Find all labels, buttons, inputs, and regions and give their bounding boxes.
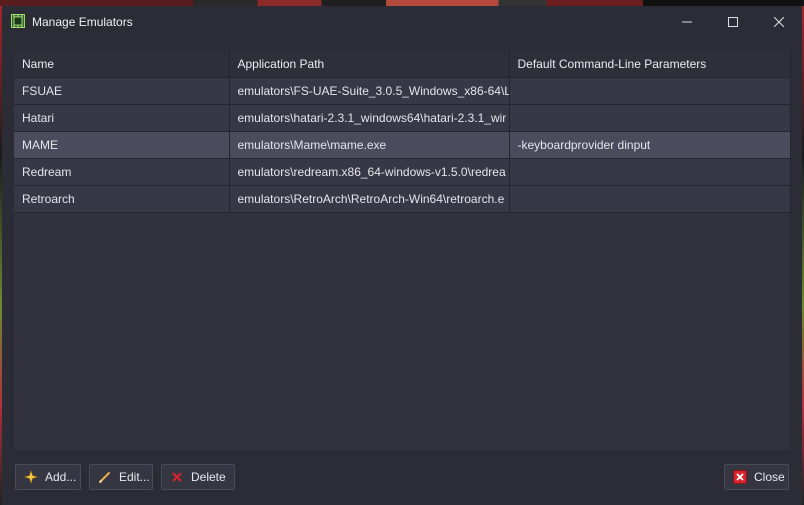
minimize-icon (682, 21, 692, 23)
close-icon (774, 17, 784, 27)
emulator-path: emulators\RetroArch\RetroArch-Win64\retr… (229, 185, 510, 213)
column-header-name[interactable]: Name (14, 50, 230, 78)
emulator-path: emulators\redream.x86_64-windows-v1.5.0\… (229, 158, 510, 186)
add-button-label: Add... (45, 470, 77, 484)
window-title: Manage Emulators (32, 15, 133, 29)
window-close-button[interactable] (756, 6, 802, 38)
title-bar[interactable]: Manage Emulators (2, 6, 802, 38)
emulator-name: MAME (14, 131, 230, 159)
delete-x-icon (170, 470, 184, 484)
column-header-default-parameters[interactable]: Default Command-Line Parameters (509, 50, 791, 78)
emulator-params (509, 185, 791, 213)
emulator-params: -keyboardprovider dinput (509, 131, 791, 159)
table-row[interactable]: Retroarch emulators\RetroArch\RetroArch-… (14, 185, 791, 213)
close-box-icon (733, 470, 747, 484)
emulator-path: emulators\FS-UAE-Suite_3.0.5_Windows_x86… (229, 77, 510, 105)
emulator-path: emulators\hatari-2.3.1_windows64\hatari-… (229, 104, 510, 132)
app-icon (11, 14, 25, 28)
table-header-row: Name Application Path Default Command-Li… (14, 50, 791, 78)
emulator-path: emulators\Mame\mame.exe (229, 131, 510, 159)
delete-button-label: Delete (191, 470, 226, 484)
close-button[interactable]: Close (724, 464, 789, 490)
button-bar: Add... Edit... Delete Close (2, 454, 802, 505)
emulator-params (509, 104, 791, 132)
maximize-icon (728, 17, 738, 27)
edit-button[interactable]: Edit... (89, 464, 153, 490)
edit-button-label: Edit... (119, 470, 150, 484)
add-button[interactable]: Add... (15, 464, 81, 490)
table-row[interactable]: Redream emulators\redream.x86_64-windows… (14, 158, 791, 186)
close-button-label: Close (754, 470, 785, 484)
minimize-button[interactable] (664, 6, 710, 38)
add-icon (23, 469, 39, 485)
emulator-params (509, 158, 791, 186)
table-row[interactable]: FSUAE emulators\FS-UAE-Suite_3.0.5_Windo… (14, 77, 791, 105)
emulators-table[interactable]: Name Application Path Default Command-Li… (14, 50, 791, 450)
maximize-button[interactable] (710, 6, 756, 38)
emulator-name: FSUAE (14, 77, 230, 105)
column-header-application-path[interactable]: Application Path (229, 50, 510, 78)
emulator-name: Redream (14, 158, 230, 186)
pencil-icon (98, 470, 112, 484)
table-row[interactable]: Hatari emulators\hatari-2.3.1_windows64\… (14, 104, 791, 132)
emulator-params (509, 77, 791, 105)
delete-button[interactable]: Delete (161, 464, 235, 490)
emulator-name: Retroarch (14, 185, 230, 213)
manage-emulators-dialog: Manage Emulators Name Application Path D… (2, 6, 802, 505)
table-row-selected[interactable]: MAME emulators\Mame\mame.exe -keyboardpr… (14, 131, 791, 159)
emulator-name: Hatari (14, 104, 230, 132)
